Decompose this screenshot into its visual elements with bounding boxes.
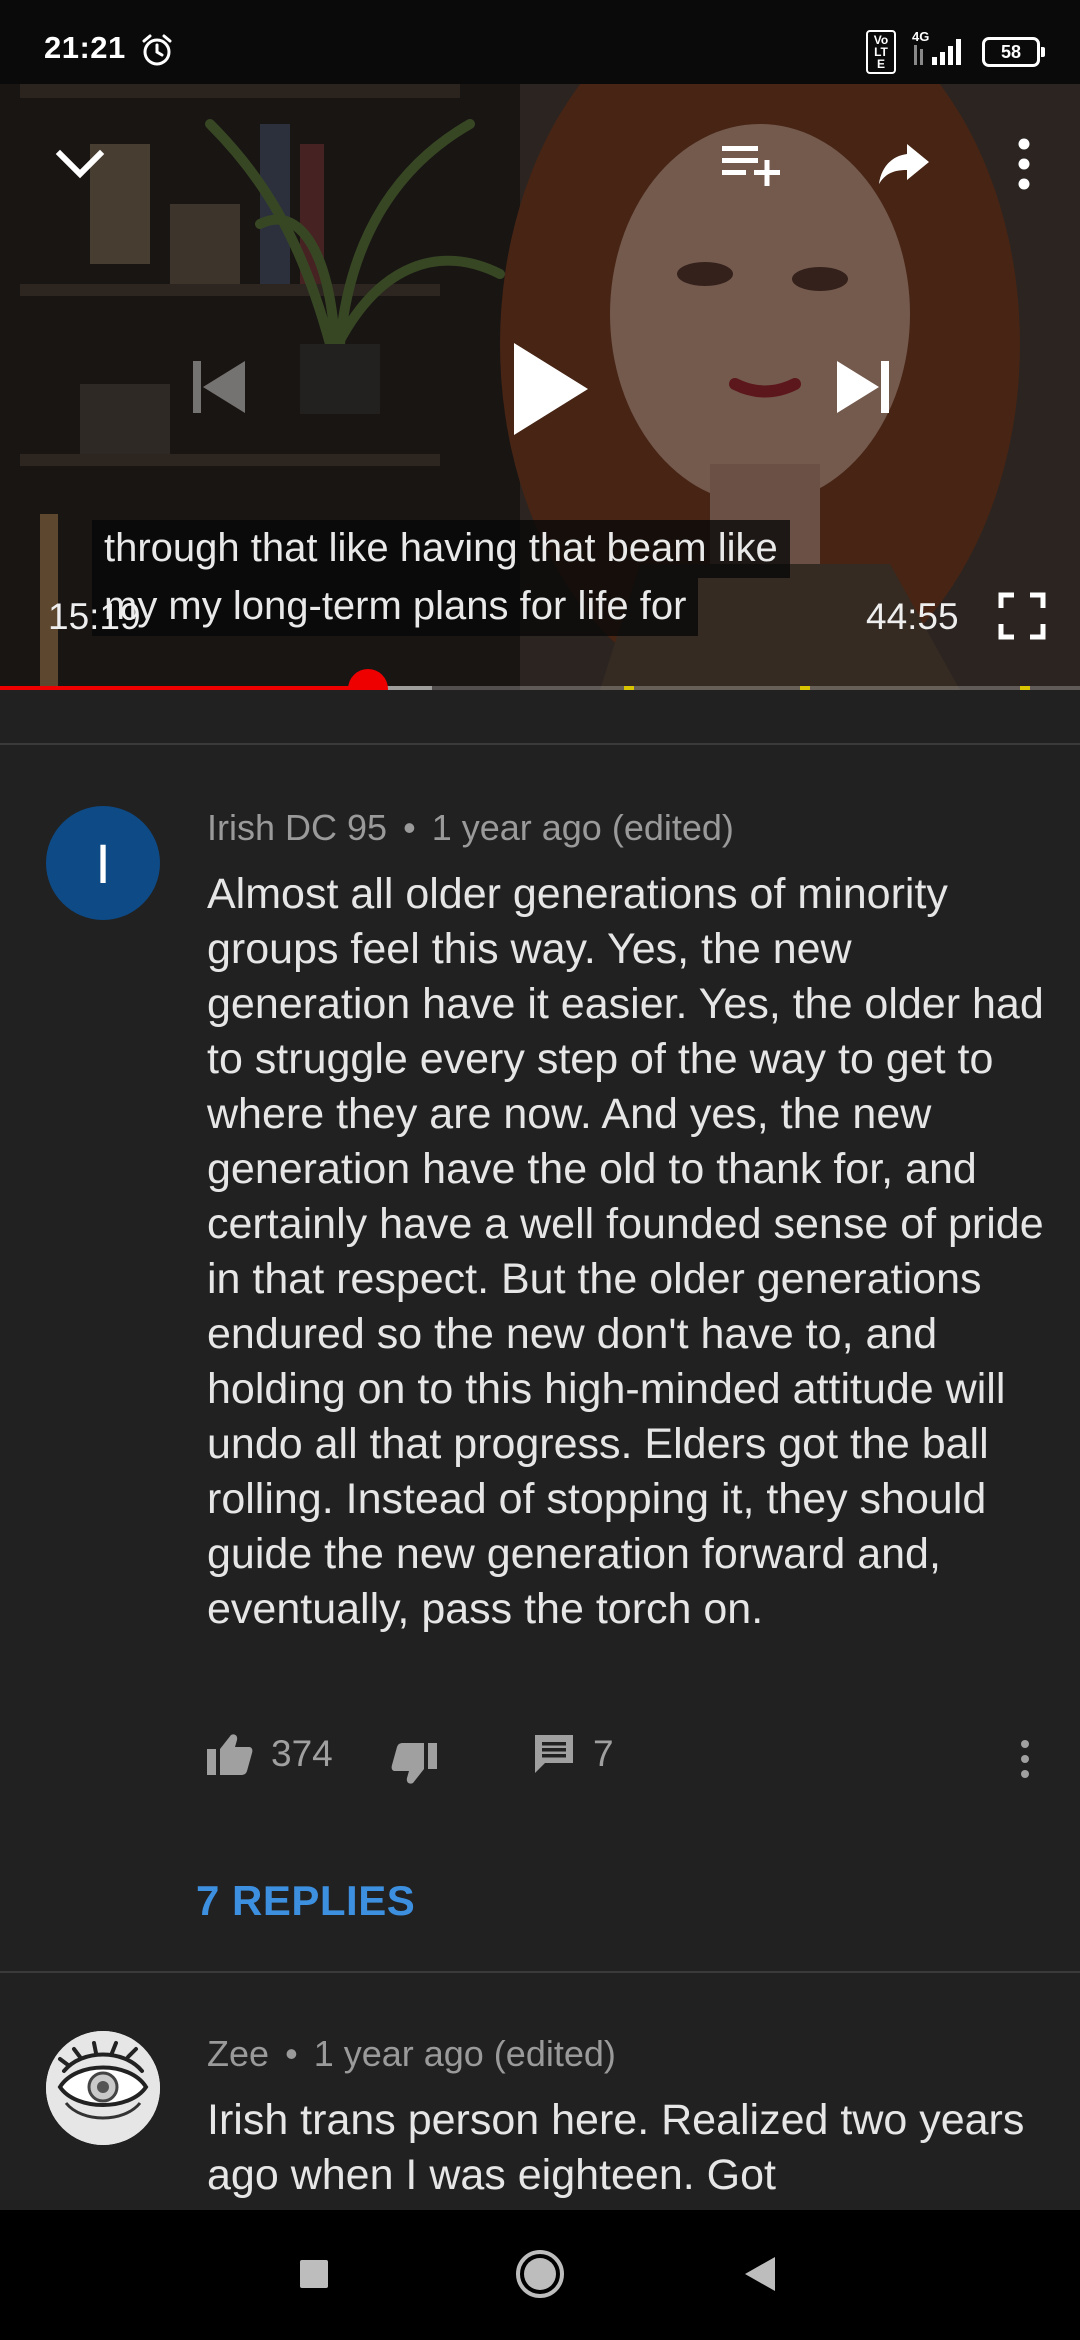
battery-level: 58 — [1000, 41, 1022, 62]
comment-text: Irish trans person here. Realized two ye… — [207, 2096, 1025, 2199]
view-replies-link[interactable]: 7 REPLIES — [196, 1877, 415, 1925]
system-navigation-bar — [0, 2210, 1080, 2340]
comment-author[interactable]: Irish DC 95 — [207, 807, 387, 848]
more-options-button[interactable] — [1004, 132, 1044, 196]
previous-button[interactable] — [186, 354, 252, 420]
comment-actions: 374 7 — [207, 1733, 1047, 1789]
volte-badge: Vo LTE — [866, 30, 896, 74]
next-button[interactable] — [830, 354, 896, 420]
like-button[interactable]: 374 — [207, 1733, 333, 1775]
back-triangle-icon — [745, 2257, 775, 2291]
subtitle-caption: through that like having that beam like … — [92, 520, 790, 636]
total-duration: 44:55 — [866, 596, 959, 637]
comment-meta: Zee • 1 year ago (edited) — [207, 2033, 616, 2075]
status-time: 21:21 — [44, 30, 126, 65]
avatar[interactable]: I — [46, 806, 160, 920]
ad-marker — [800, 686, 810, 690]
signal-icon: 4G — [910, 29, 968, 69]
skip-previous-icon — [193, 361, 245, 413]
ad-marker — [624, 686, 634, 690]
current-time: 15:19 — [48, 596, 141, 637]
caption-line-1: through that like having that beam like — [92, 520, 790, 578]
alarm-icon — [142, 34, 172, 66]
play-icon — [514, 343, 588, 435]
avatar-drawing — [46, 2031, 160, 2145]
play-button[interactable] — [502, 334, 598, 444]
comment-age: 1 year ago (edited) — [431, 807, 734, 848]
fullscreen-icon — [998, 592, 1046, 640]
thumbs-up-icon — [207, 1734, 253, 1775]
comment: I Irish DC 95 • 1 year ago (edited) Almo… — [0, 745, 1080, 1971]
reply-count: 7 — [593, 1733, 614, 1774]
comment-icon — [535, 1735, 573, 1773]
video-player[interactable]: through that like having that beam like … — [0, 84, 1080, 690]
comment-meta: Irish DC 95 • 1 year ago (edited) — [207, 807, 734, 849]
minimize-button[interactable] — [50, 134, 110, 194]
add-to-queue-icon — [722, 146, 780, 186]
ad-marker — [1020, 686, 1030, 690]
chevron-down-icon — [55, 149, 105, 179]
share-button[interactable] — [872, 134, 936, 194]
avatar-letter: I — [95, 831, 111, 895]
fullscreen-button[interactable] — [998, 592, 1046, 640]
battery-icon: 58 — [982, 37, 1045, 67]
meta-separator: • — [403, 807, 416, 848]
back-button[interactable] — [720, 2234, 800, 2314]
share-icon — [879, 144, 929, 184]
more-vertical-icon — [1021, 1740, 1029, 1778]
dislike-button[interactable] — [391, 1743, 437, 1785]
comment: Zee • 1 year ago (edited) Irish trans pe… — [0, 1973, 1080, 2210]
meta-separator: • — [285, 2033, 298, 2074]
square-icon — [300, 2260, 328, 2288]
reply-button[interactable]: 7 — [533, 1733, 614, 1775]
recents-button[interactable] — [274, 2234, 354, 2314]
like-count: 374 — [271, 1733, 333, 1774]
avatar[interactable] — [46, 2031, 160, 2145]
home-circle-icon — [516, 2250, 564, 2298]
skip-next-icon — [837, 361, 889, 413]
more-vertical-icon — [1018, 138, 1030, 190]
played-bar — [0, 686, 369, 690]
comment-more-button[interactable] — [1019, 1739, 1031, 1779]
comment-author[interactable]: Zee — [207, 2033, 269, 2074]
comment-age: 1 year ago (edited) — [313, 2033, 616, 2074]
seek-bar[interactable] — [0, 686, 1080, 690]
thumbs-down-icon — [391, 1743, 437, 1784]
comment-text: Almost all older generations of minority… — [207, 870, 1044, 1633]
home-button[interactable] — [500, 2234, 580, 2314]
caption-line-2: my my long-term plans for life for — [92, 578, 699, 636]
status-indicators: Vo LTE 4G 58 — [866, 29, 1045, 74]
status-bar: 21:21 Vo LTE 4G 58 — [0, 0, 1080, 84]
add-to-queue-button[interactable] — [720, 134, 784, 194]
